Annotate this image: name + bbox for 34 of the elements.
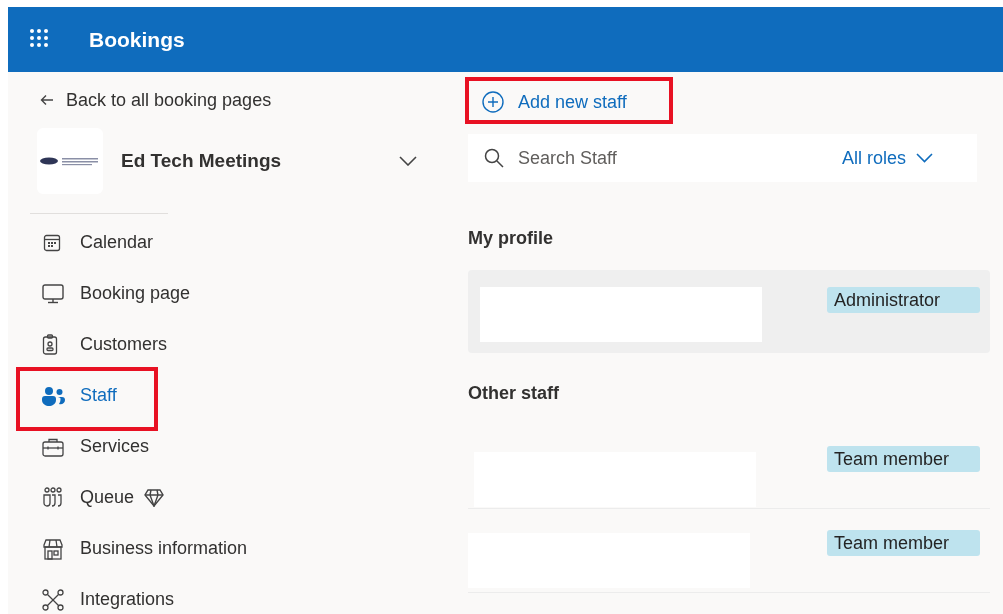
queue-people-icon [42, 487, 64, 508]
storefront-icon [42, 537, 64, 560]
add-circle-icon [482, 91, 504, 113]
nav-item[interactable]: Integrations [42, 588, 175, 611]
integrations-icon [42, 588, 64, 611]
profile-card[interactable]: Administrator [468, 270, 990, 353]
search-field[interactable]: Search Staff All roles [468, 134, 977, 182]
calendar-icon [42, 232, 62, 253]
back-arrow-icon [40, 94, 54, 106]
id-badge-icon [42, 334, 58, 355]
role-badge: Administrator [827, 287, 980, 313]
nav-item[interactable]: Business information [42, 537, 248, 560]
search-icon [484, 148, 504, 168]
nav-item[interactable]: Services [42, 436, 150, 457]
nav-item[interactable]: Queue [42, 487, 135, 508]
roles-dropdown[interactable]: All roles [841, 147, 933, 169]
section-heading: Other staff [468, 383, 560, 405]
back-link[interactable]: Back to all booking pages [40, 88, 272, 112]
chevron-down-icon [916, 153, 933, 163]
nav-item[interactable]: Staff [42, 385, 117, 406]
monitor-icon [42, 283, 64, 304]
nav-item[interactable]: Calendar [42, 232, 154, 253]
add-staff-button[interactable]: Add new staff [482, 91, 627, 113]
section-heading: My profile [468, 228, 554, 250]
role-badge: Team member [827, 446, 980, 472]
nav-item[interactable]: Customers [42, 334, 168, 355]
people-icon [42, 385, 65, 406]
role-badge: Team member [827, 530, 980, 556]
app-title: Bookings [89, 27, 185, 52]
business-name: Ed Tech Meetings [121, 150, 283, 172]
nav-item[interactable]: Booking page [42, 283, 191, 304]
briefcase-icon [42, 436, 64, 457]
logo-drawing [39, 156, 101, 166]
chevron-down-icon[interactable] [399, 156, 417, 166]
